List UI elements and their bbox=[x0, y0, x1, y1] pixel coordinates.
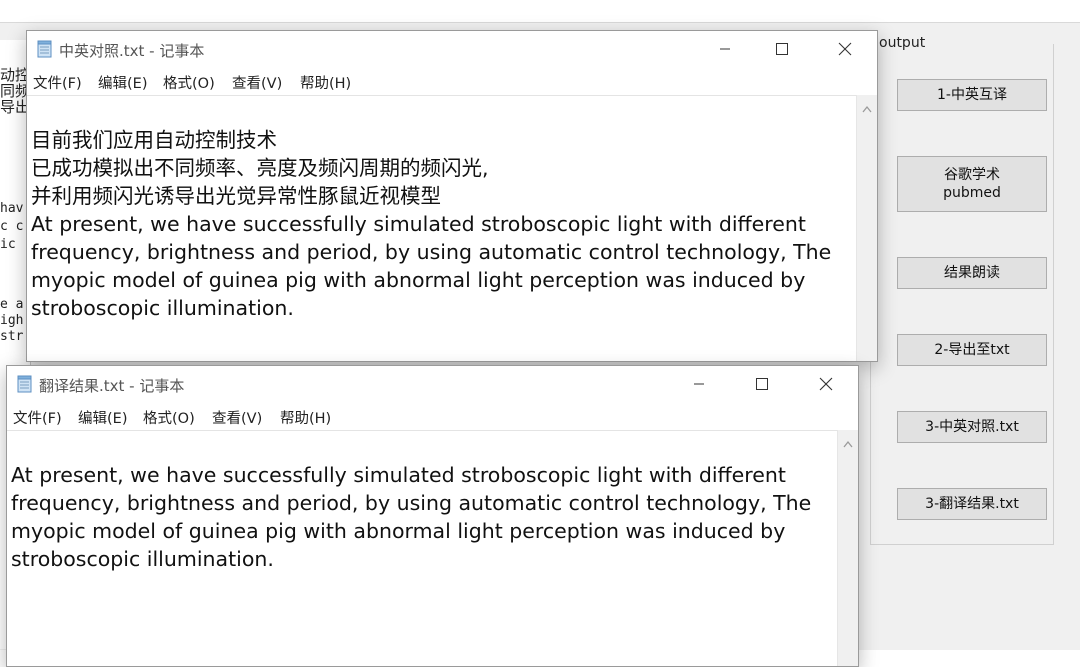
bg-fragment: str bbox=[0, 329, 24, 344]
scroll-up-icon[interactable] bbox=[862, 105, 872, 113]
scholar-pubmed-button[interactable]: 谷歌学术 pubmed bbox=[897, 156, 1047, 212]
text-line: 已成功模拟出不同频率、亮度及频闪周期的频闪光, bbox=[31, 156, 489, 180]
close-button[interactable] bbox=[798, 366, 854, 402]
title-bar[interactable]: 翻译结果.txt - 记事本 bbox=[7, 366, 858, 402]
minimize-button[interactable] bbox=[671, 366, 727, 402]
vertical-scrollbar[interactable] bbox=[837, 430, 858, 666]
scroll-up-icon[interactable] bbox=[843, 440, 853, 448]
menu-view[interactable]: 查看(V) bbox=[212, 407, 262, 428]
close-icon bbox=[819, 377, 833, 391]
maximize-icon bbox=[756, 378, 768, 390]
translate-button[interactable]: 1-中英互译 bbox=[897, 79, 1047, 111]
menu-file[interactable]: 文件(F) bbox=[13, 407, 62, 428]
text-editor[interactable]: 目前我们应用自动控制技术 已成功模拟出不同频率、亮度及频闪周期的频闪光, 并利用… bbox=[27, 95, 857, 361]
menu-view[interactable]: 查看(V) bbox=[232, 72, 282, 93]
text-line: frequency, brightness and period, by usi… bbox=[11, 491, 812, 515]
bg-fragment: e a bbox=[0, 297, 24, 312]
text-line: 并利用频闪光诱导出光觉异常性豚鼠近视模型 bbox=[31, 184, 441, 208]
text-line: myopic model of guinea pig with abnormal… bbox=[11, 519, 786, 543]
menu-format[interactable]: 格式(O) bbox=[143, 407, 195, 428]
bilingual-txt-button[interactable]: 3-中英对照.txt bbox=[897, 411, 1047, 443]
menu-help[interactable]: 帮助(H) bbox=[300, 72, 351, 93]
pubmed-label: pubmed bbox=[943, 185, 1001, 201]
bg-fragment: igh bbox=[0, 313, 24, 328]
bg-fragment: c c bbox=[0, 219, 24, 234]
text-line: At present, we have successfully simulat… bbox=[31, 212, 806, 236]
notepad-window-bilingual: 中英对照.txt - 记事本 文件(F) 编辑(E) 格式(O) 查看(V) 帮… bbox=[26, 30, 878, 362]
notepad-icon bbox=[17, 375, 32, 393]
maximize-button[interactable] bbox=[734, 366, 790, 402]
menu-edit[interactable]: 编辑(E) bbox=[78, 407, 127, 428]
text-line: stroboscopic illumination. bbox=[31, 296, 294, 320]
minimize-button[interactable] bbox=[697, 31, 753, 67]
title-bar[interactable]: 中英对照.txt - 记事本 bbox=[27, 31, 877, 67]
bg-fragment: hav bbox=[0, 201, 24, 216]
window-title: 中英对照.txt - 记事本 bbox=[59, 42, 205, 60]
menu-bar: 文件(F) 编辑(E) 格式(O) 查看(V) 帮助(H) bbox=[7, 402, 858, 430]
maximize-icon bbox=[776, 43, 788, 55]
output-legend: output bbox=[877, 35, 928, 51]
minimize-icon bbox=[694, 383, 704, 385]
text-editor[interactable]: At present, we have successfully simulat… bbox=[7, 430, 838, 666]
window-title: 翻译结果.txt - 记事本 bbox=[39, 377, 185, 395]
text-line: 目前我们应用自动控制技术 bbox=[31, 128, 277, 152]
menu-help[interactable]: 帮助(H) bbox=[280, 407, 331, 428]
menu-bar: 文件(F) 编辑(E) 格式(O) 查看(V) 帮助(H) bbox=[27, 67, 877, 95]
menu-edit[interactable]: 编辑(E) bbox=[98, 72, 147, 93]
notepad-icon bbox=[37, 40, 52, 58]
close-icon bbox=[838, 42, 852, 56]
scholar-label: 谷歌学术 bbox=[944, 167, 1000, 183]
result-txt-button[interactable]: 3-翻译结果.txt bbox=[897, 488, 1047, 520]
notepad-window-result: 翻译结果.txt - 记事本 文件(F) 编辑(E) 格式(O) 查看(V) 帮… bbox=[6, 365, 859, 667]
menu-file[interactable]: 文件(F) bbox=[33, 72, 82, 93]
menu-format[interactable]: 格式(O) bbox=[163, 72, 215, 93]
close-button[interactable] bbox=[817, 31, 873, 67]
text-line: frequency, brightness and period, by usi… bbox=[31, 240, 832, 264]
export-txt-button[interactable]: 2-导出至txt bbox=[897, 334, 1047, 366]
text-line: stroboscopic illumination. bbox=[11, 547, 274, 571]
bg-fragment: ic bbox=[0, 237, 16, 252]
text-line: myopic model of guinea pig with abnormal… bbox=[31, 268, 806, 292]
maximize-button[interactable] bbox=[754, 31, 810, 67]
read-aloud-button[interactable]: 结果朗读 bbox=[897, 257, 1047, 289]
text-line: At present, we have successfully simulat… bbox=[11, 463, 786, 487]
minimize-icon bbox=[720, 48, 730, 50]
vertical-scrollbar[interactable] bbox=[856, 95, 877, 361]
output-group-box bbox=[870, 44, 1054, 545]
